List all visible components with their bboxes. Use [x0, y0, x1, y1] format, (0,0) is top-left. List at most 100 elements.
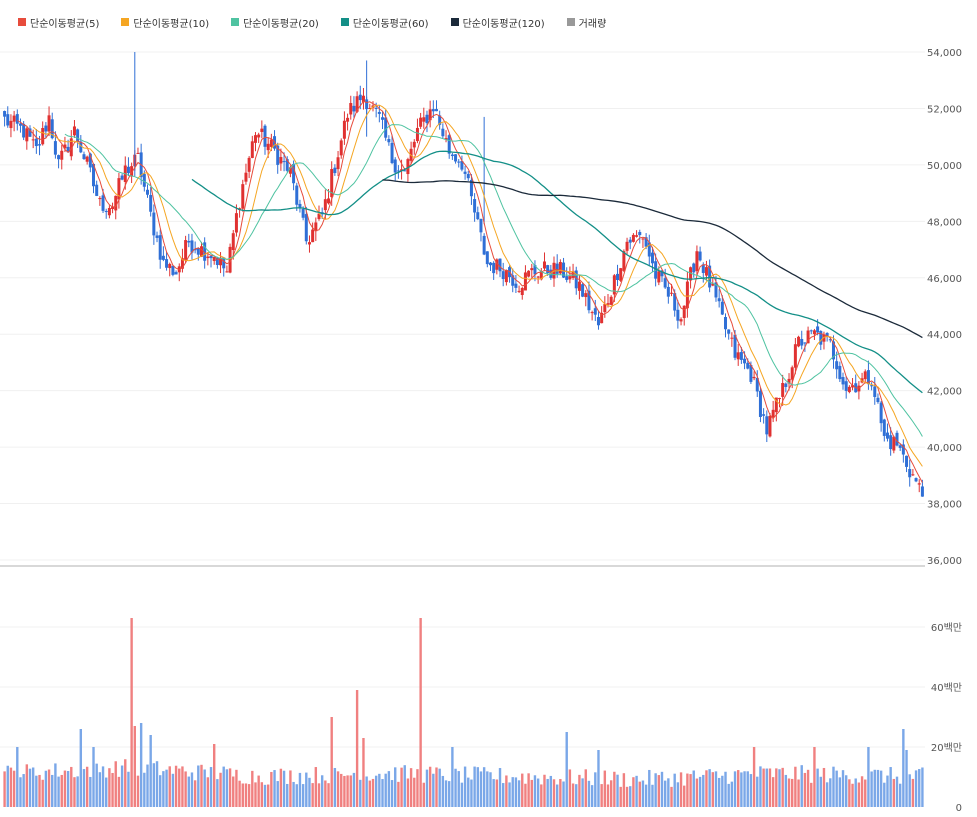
volume-bar — [416, 769, 419, 807]
candle-body — [485, 251, 489, 265]
volume-bar — [775, 768, 778, 807]
volume-bar — [320, 775, 324, 807]
volume-bar — [111, 772, 114, 807]
volume-bar — [216, 779, 219, 807]
candle-body — [542, 261, 546, 269]
volume-bar — [676, 782, 680, 807]
candle-body — [323, 199, 327, 211]
candle-body — [558, 262, 562, 274]
candle-body — [593, 308, 597, 315]
candle-body — [635, 235, 639, 237]
candle-body — [412, 141, 416, 148]
volume-bar — [536, 778, 540, 807]
volume-bar — [778, 769, 781, 807]
volume-bar — [31, 767, 35, 807]
candle-body — [431, 109, 435, 112]
candle-body — [225, 271, 229, 273]
candle-body — [781, 383, 785, 397]
volume-bar — [740, 772, 743, 807]
volume-bar — [806, 769, 810, 807]
candle-body — [260, 128, 264, 132]
volume-bar — [587, 780, 591, 807]
volume-bar — [340, 773, 343, 807]
candle-body — [679, 319, 683, 322]
volume-bar — [759, 766, 762, 807]
volume-bar — [359, 779, 362, 807]
volume-bar — [203, 769, 206, 807]
volume-bar — [448, 781, 451, 807]
volume-bar — [832, 766, 835, 807]
candle-body — [536, 276, 540, 278]
candle-body — [724, 317, 728, 330]
candle-body — [352, 105, 356, 112]
volume-bar — [657, 775, 661, 807]
volume-bar — [641, 780, 645, 807]
candle-body — [3, 111, 7, 117]
candle-body — [241, 184, 245, 209]
volume-bar — [540, 784, 543, 807]
volume-bar — [270, 771, 273, 807]
candle-body — [879, 402, 883, 424]
volume-bar — [254, 782, 257, 807]
candle-body — [234, 213, 238, 233]
candle-body — [82, 154, 86, 160]
volume-bar — [695, 778, 699, 807]
volume-bar — [266, 784, 270, 807]
volume-bar — [648, 769, 651, 807]
volume-bar — [533, 775, 537, 807]
volume-bar — [63, 770, 67, 807]
candle-body — [435, 109, 439, 112]
volume-bar — [508, 782, 511, 807]
candle-body — [244, 172, 248, 182]
candle-body — [250, 141, 254, 158]
price-tick-label: 48,000 — [927, 217, 962, 228]
candle-body — [650, 252, 654, 264]
volume-bar — [473, 766, 476, 807]
volume-bar — [784, 774, 788, 807]
volume-bar — [82, 769, 86, 807]
candle-body — [765, 416, 769, 435]
volume-bar — [12, 770, 16, 807]
candle-body — [527, 270, 531, 277]
candle-body — [488, 262, 492, 266]
volume-bar — [749, 774, 753, 807]
candle-body — [107, 207, 111, 216]
volume-bar — [368, 780, 372, 807]
volume-bar — [911, 778, 915, 807]
volume-bar — [714, 771, 718, 807]
volume-bar — [698, 776, 702, 807]
volume-bar — [867, 747, 870, 807]
candle-body — [555, 263, 559, 274]
volume-bar — [486, 771, 489, 807]
volume-bar — [864, 779, 867, 807]
volume-bar — [517, 780, 521, 807]
candle-body — [311, 229, 315, 243]
candle-body — [419, 117, 423, 127]
volume-bar — [571, 783, 575, 807]
candle-body — [746, 362, 750, 369]
volume-bar — [378, 773, 381, 807]
price-tick-label: 36,000 — [927, 556, 962, 567]
candle-body — [504, 269, 508, 283]
volume-bar — [155, 761, 159, 807]
volume-bar — [724, 771, 727, 807]
volume-bar — [552, 779, 556, 807]
volume-bar — [492, 779, 495, 807]
candle-body — [454, 154, 458, 162]
volume-bar — [76, 776, 79, 807]
price-tick-label: 46,000 — [927, 274, 962, 285]
candle-body — [85, 156, 89, 162]
volume-bar — [44, 770, 48, 807]
volume-bar — [432, 773, 435, 807]
volume-bar — [165, 769, 168, 807]
volume-bar — [184, 771, 187, 807]
candle-body — [663, 278, 667, 288]
volume-axis: 60백만 40백만 20백만 0 — [931, 622, 962, 814]
volume-bar — [879, 770, 883, 807]
candle-body — [441, 128, 445, 137]
candle-body — [628, 239, 632, 243]
candle-body — [844, 381, 848, 391]
candle-body — [104, 211, 108, 213]
volume-bar — [232, 776, 235, 807]
candle-body — [34, 138, 38, 147]
